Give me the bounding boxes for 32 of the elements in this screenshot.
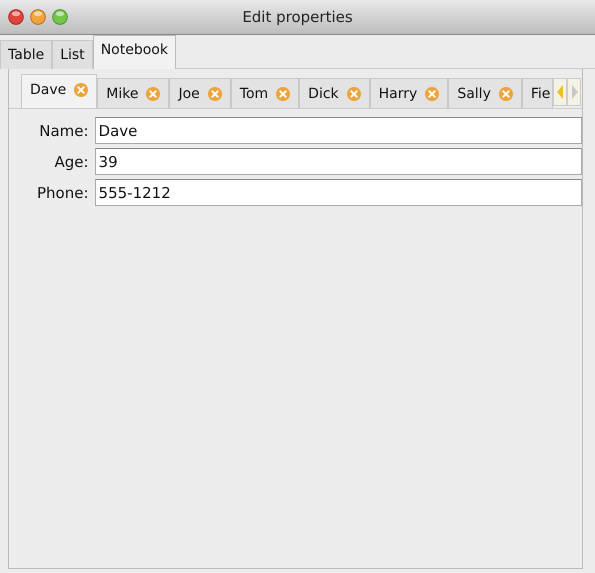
scroll-right-button[interactable] bbox=[567, 78, 582, 106]
person-tab[interactable]: Tom bbox=[230, 78, 300, 108]
right-triangle-icon bbox=[570, 85, 578, 99]
close-tab-icon[interactable] bbox=[498, 86, 513, 100]
field-label: Name: bbox=[38, 122, 89, 140]
zoom-button[interactable] bbox=[52, 9, 68, 25]
input-field[interactable]: 555-1212 bbox=[94, 179, 582, 206]
close-tab-icon[interactable] bbox=[276, 86, 290, 100]
person-tab[interactable]: Joe bbox=[169, 78, 231, 108]
person-tab[interactable]: Harry bbox=[370, 78, 448, 108]
tab[interactable]: Table bbox=[0, 40, 52, 69]
input-field[interactable]: Dave bbox=[94, 117, 582, 144]
close-tab-icon[interactable] bbox=[146, 86, 160, 100]
tab[interactable]: List bbox=[52, 40, 93, 69]
person-tab[interactable]: Mike bbox=[97, 78, 170, 108]
tab[interactable]: Notebook bbox=[92, 35, 176, 69]
person-tab[interactable]: Dick bbox=[299, 78, 370, 108]
window-title: Edit properties bbox=[242, 8, 353, 26]
person-tab[interactable]: Sally bbox=[448, 78, 522, 108]
close-tab-icon[interactable] bbox=[425, 86, 440, 100]
scroll-left-button[interactable] bbox=[553, 78, 568, 106]
left-triangle-icon bbox=[556, 85, 564, 99]
close-tab-icon[interactable] bbox=[346, 86, 361, 100]
person-tab[interactable]: Dave bbox=[21, 74, 98, 108]
field-label: Phone: bbox=[37, 184, 89, 202]
close-window-button[interactable] bbox=[8, 9, 24, 25]
person-tab[interactable]: Fie bbox=[522, 78, 554, 108]
close-tab-icon[interactable] bbox=[208, 86, 222, 100]
close-tab-icon[interactable] bbox=[74, 82, 88, 96]
field-label: Age: bbox=[53, 152, 89, 170]
input-field[interactable]: 39 bbox=[94, 148, 582, 175]
minimize-button[interactable] bbox=[30, 9, 46, 25]
